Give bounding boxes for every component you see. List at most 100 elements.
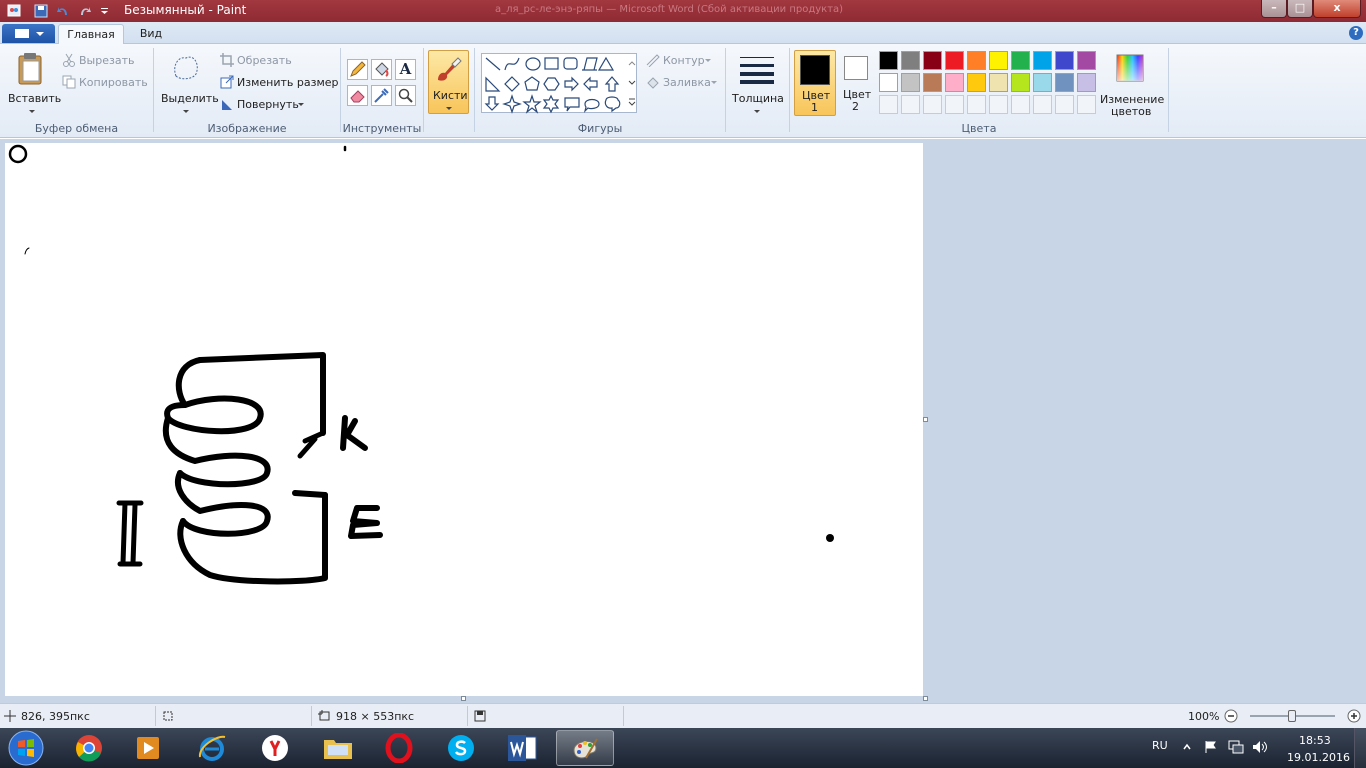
undo-icon[interactable] xyxy=(55,3,71,19)
taskbar-paint[interactable] xyxy=(556,730,614,766)
bar-symbol xyxy=(116,500,144,567)
edit-colors-button[interactable]: Изменение цветов xyxy=(1098,48,1164,118)
palette-swatch[interactable] xyxy=(967,73,986,92)
resize-handle-corner[interactable] xyxy=(923,696,928,701)
taskbar-skype[interactable] xyxy=(432,730,490,766)
tab-view[interactable]: Вид xyxy=(130,24,172,45)
rotate-button[interactable]: Повернуть xyxy=(220,97,310,113)
color1-button[interactable]: Цвет 1 xyxy=(794,50,836,116)
taskbar-opera[interactable] xyxy=(370,730,428,766)
brushes-button[interactable]: Кисти xyxy=(428,50,469,114)
palette-swatch[interactable] xyxy=(1033,51,1052,70)
resize-handle-bottom[interactable] xyxy=(461,696,466,701)
network-icon[interactable] xyxy=(1228,740,1244,754)
action-center-flag-icon[interactable] xyxy=(1204,740,1218,754)
palette-empty-slot[interactable] xyxy=(1055,95,1074,114)
palette-empty-slot[interactable] xyxy=(967,95,986,114)
maximize-button[interactable]: □ xyxy=(1287,0,1313,18)
palette-swatch[interactable] xyxy=(989,51,1008,70)
eraser-tool[interactable] xyxy=(347,85,368,106)
palette-empty-slot[interactable] xyxy=(1077,95,1096,114)
volume-icon[interactable] xyxy=(1252,740,1268,754)
palette-swatch[interactable] xyxy=(1077,73,1096,92)
palette-swatch[interactable] xyxy=(1055,73,1074,92)
copy-button[interactable]: Копировать xyxy=(62,75,152,91)
palette-swatch[interactable] xyxy=(945,73,964,92)
palette-empty-slot[interactable] xyxy=(945,95,964,114)
windows-start-icon[interactable] xyxy=(6,729,46,767)
resize-button[interactable]: Изменить размер xyxy=(220,75,339,91)
size-button[interactable]: Толщина xyxy=(729,48,785,116)
paint-app-icon[interactable] xyxy=(6,3,22,19)
zoom-out-icon[interactable] xyxy=(1224,709,1238,723)
language-indicator[interactable]: RU xyxy=(1152,739,1168,752)
clock-time[interactable]: 18:53 xyxy=(1299,734,1331,747)
palette-empty-slot[interactable] xyxy=(923,95,942,114)
palette-empty-slot[interactable] xyxy=(1011,95,1030,114)
taskbar-yandex[interactable] xyxy=(246,730,304,766)
triangle-shape-icon xyxy=(597,56,615,71)
tab-home[interactable]: Главная xyxy=(58,24,124,45)
palette-swatch[interactable] xyxy=(1011,51,1030,70)
shapes-scroll-down[interactable] xyxy=(627,74,637,92)
fill-tool[interactable] xyxy=(371,59,392,80)
crop-icon xyxy=(220,53,234,67)
drawing-canvas[interactable] xyxy=(5,143,923,696)
palette-swatch[interactable] xyxy=(879,51,898,70)
file-menu-button[interactable] xyxy=(2,24,55,43)
palette-swatch[interactable] xyxy=(989,73,1008,92)
palette-empty-slot[interactable] xyxy=(1033,95,1052,114)
palette-swatch[interactable] xyxy=(901,51,920,70)
chrome-icon xyxy=(76,735,102,762)
palette-swatch[interactable] xyxy=(1011,73,1030,92)
rainbow-palette-icon xyxy=(1116,54,1144,82)
minimize-button[interactable]: – xyxy=(1261,0,1287,18)
fill-button[interactable]: Заливка xyxy=(645,75,720,91)
outline-button[interactable]: Контур xyxy=(645,53,717,69)
taskbar-media-player[interactable] xyxy=(120,730,178,766)
palette-swatch[interactable] xyxy=(1055,51,1074,70)
taskbar-chrome[interactable] xyxy=(60,730,118,766)
show-desktop-button[interactable] xyxy=(1354,728,1366,768)
redo-icon[interactable] xyxy=(77,3,93,19)
clock-date[interactable]: 19.01.2016 xyxy=(1287,751,1350,764)
pencil-tool[interactable] xyxy=(347,59,368,80)
palette-swatch[interactable] xyxy=(1077,51,1096,70)
paste-button[interactable]: Вставить xyxy=(4,48,61,116)
close-button[interactable]: x xyxy=(1313,0,1361,18)
palette-swatch[interactable] xyxy=(879,73,898,92)
resize-handle-right[interactable] xyxy=(923,417,928,422)
shapes-scroll-up[interactable] xyxy=(627,54,637,72)
palette-swatch[interactable] xyxy=(923,51,942,70)
palette-empty-slot[interactable] xyxy=(989,95,1008,114)
customize-quick-access-icon[interactable] xyxy=(97,3,113,19)
zoom-in-icon[interactable] xyxy=(1347,709,1361,723)
taskbar-internet-explorer[interactable] xyxy=(183,730,241,766)
taskbar-word[interactable] xyxy=(493,730,551,766)
palette-swatch[interactable] xyxy=(1033,73,1052,92)
palette-empty-slot[interactable] xyxy=(879,95,898,114)
palette-empty-slot[interactable] xyxy=(901,95,920,114)
yandex-browser-icon xyxy=(262,735,288,761)
color2-button[interactable]: Цвет 2 xyxy=(840,50,872,116)
taskbar-explorer[interactable] xyxy=(309,730,367,766)
shapes-expand[interactable] xyxy=(627,94,637,112)
paste-label: Вставить xyxy=(8,92,62,105)
palette-swatch[interactable] xyxy=(967,51,986,70)
show-hidden-icons-icon[interactable] xyxy=(1182,742,1192,752)
shapes-icons xyxy=(484,56,621,114)
line-shape-icon xyxy=(485,57,501,71)
magnifier-tool[interactable] xyxy=(395,85,416,106)
select-button[interactable]: Выделить xyxy=(158,48,219,116)
crop-button[interactable]: Обрезать xyxy=(220,53,330,69)
cut-button[interactable]: Вырезать xyxy=(62,53,152,69)
palette-swatch[interactable] xyxy=(945,51,964,70)
help-icon[interactable]: ? xyxy=(1349,26,1363,40)
save-icon[interactable] xyxy=(33,3,49,19)
zoom-slider[interactable] xyxy=(1250,710,1335,722)
text-tool[interactable]: A xyxy=(395,59,416,80)
color-picker-tool[interactable] xyxy=(371,85,392,106)
zoom-slider-thumb[interactable] xyxy=(1288,710,1296,722)
palette-swatch[interactable] xyxy=(923,73,942,92)
palette-swatch[interactable] xyxy=(901,73,920,92)
